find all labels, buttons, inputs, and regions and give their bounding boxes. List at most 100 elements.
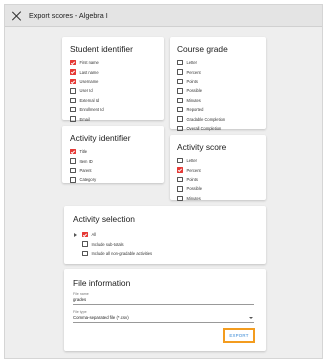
activity-score-option-letter[interactable]: Letter: [177, 156, 259, 165]
letter-checkbox[interactable]: [177, 157, 183, 164]
activity-identifier-option-item-id[interactable]: Item ID: [70, 156, 156, 165]
activity-score-option-percent[interactable]: Percent: [177, 165, 259, 174]
course-grade-option-points[interactable]: Points: [177, 77, 259, 86]
activity-all-row[interactable]: All: [71, 230, 257, 239]
points-checkbox[interactable]: [177, 176, 183, 183]
percent-label: Percent: [186, 167, 201, 173]
file-type-value: Comma-separated file (*.csv): [73, 315, 129, 320]
course-grade-heading: Course grade: [177, 44, 228, 54]
title-checkbox[interactable]: [70, 148, 76, 155]
reported-label: Reported: [186, 107, 204, 113]
course-grade-card: Course grade Letter Percent Points Possible…: [170, 37, 266, 132]
activity-score-option-minutes[interactable]: Minutes: [177, 194, 259, 203]
possible-label: Possible: [186, 88, 202, 94]
export-scores-dialog: Export scores - Algebra I Student identi…: [4, 4, 323, 359]
all-activities-checkbox[interactable]: [82, 231, 88, 238]
activity-identifier-option-category[interactable]: Category: [70, 175, 156, 184]
category-checkbox[interactable]: [70, 177, 76, 183]
user-id-checkbox[interactable]: [70, 88, 76, 94]
minutes-checkbox[interactable]: [177, 195, 183, 201]
close-icon[interactable]: [12, 11, 22, 21]
file-information-heading: File information: [73, 278, 131, 288]
activity-selection-card: Activity selection All Include sub-total…: [64, 206, 266, 264]
points-checkbox[interactable]: [177, 78, 183, 85]
chevron-right-icon[interactable]: [71, 231, 79, 239]
parent-label: Parent: [79, 167, 92, 173]
student-identifier-option-username[interactable]: Username: [70, 77, 156, 86]
username-checkbox[interactable]: [70, 78, 76, 85]
student-identifier-option-email[interactable]: Email: [70, 114, 156, 123]
include-all-non-gradable-activities-checkbox[interactable]: [82, 250, 88, 257]
course-grade-option-possible[interactable]: Possible: [177, 86, 259, 95]
activity-selection-options: Include sub-totals Include all non-gradab…: [73, 239, 257, 258]
points-label: Points: [186, 176, 198, 182]
activity-identifier-option-title[interactable]: Title: [70, 147, 156, 156]
last-name-checkbox[interactable]: [70, 69, 76, 75]
activity-selection-heading: Activity selection: [73, 214, 135, 224]
external-id-checkbox[interactable]: [70, 97, 76, 103]
possible-checkbox[interactable]: [177, 186, 183, 192]
item-id-checkbox[interactable]: [70, 158, 76, 164]
file-name-input[interactable]: grades: [73, 296, 254, 305]
first-name-checkbox[interactable]: [70, 59, 76, 66]
student-identifier-option-enrollment-id[interactable]: Enrollment Id: [70, 105, 156, 114]
file-name-field[interactable]: File name grades: [73, 292, 254, 305]
file-information-card: File information File name grades File t…: [64, 269, 266, 351]
course-grade-option-gradable-completion[interactable]: Gradable Completion: [177, 114, 259, 123]
activity-score-option-possible[interactable]: Possible: [177, 184, 259, 193]
parent-checkbox[interactable]: [70, 167, 76, 174]
course-grade-option-minutes[interactable]: Minutes: [177, 96, 259, 105]
minutes-checkbox[interactable]: [177, 97, 183, 103]
course-grade-option-letter[interactable]: Letter: [177, 58, 259, 67]
item-id-label: Item ID: [79, 158, 93, 164]
gradable-completion-label: Gradable Completion: [186, 116, 226, 122]
email-checkbox[interactable]: [70, 116, 76, 122]
external-id-label: External Id: [79, 97, 100, 103]
gradable-completion-checkbox[interactable]: [177, 116, 183, 122]
percent-checkbox[interactable]: [177, 167, 183, 173]
letter-checkbox[interactable]: [177, 59, 183, 66]
last-name-label: Last name: [79, 69, 99, 75]
student-identifier-option-first-name[interactable]: First name: [70, 58, 156, 67]
activity-identifier-options: Title Item ID Parent Category: [70, 147, 156, 185]
course-grade-option-overall-completion[interactable]: Overall Completion: [177, 124, 259, 133]
letter-label: Letter: [186, 158, 197, 164]
reported-checkbox[interactable]: [177, 106, 183, 113]
include-sub-totals-label: Include sub-totals: [91, 241, 124, 247]
enrollment-id-checkbox[interactable]: [70, 106, 76, 113]
student-identifier-options: First name Last name Username User Id Extern…: [70, 58, 156, 124]
file-type-select[interactable]: Comma-separated file (*.csv): [73, 314, 254, 323]
student-identifier-option-last-name[interactable]: Last name: [70, 67, 156, 76]
username-label: Username: [79, 78, 99, 84]
enrollment-id-label: Enrollment Id: [79, 107, 104, 113]
overall-completion-checkbox[interactable]: [177, 125, 183, 132]
minutes-label: Minutes: [186, 195, 201, 201]
letter-label: Letter: [186, 60, 197, 66]
minutes-label: Minutes: [186, 97, 201, 103]
percent-checkbox[interactable]: [177, 69, 183, 75]
file-type-field[interactable]: File type Comma-separated file (*.csv): [73, 310, 254, 323]
course-grade-options: Letter Percent Points Possible Minutes Report…: [177, 58, 259, 133]
file-name-value: grades: [73, 297, 87, 302]
course-grade-option-percent[interactable]: Percent: [177, 67, 259, 76]
possible-checkbox[interactable]: [177, 88, 183, 94]
category-label: Category: [79, 177, 97, 183]
first-name-label: First name: [79, 60, 99, 66]
activity-score-card: Activity score Letter Percent Points Possib…: [170, 135, 266, 203]
export-button[interactable]: EXPORT: [223, 328, 255, 343]
student-identifier-option-external-id[interactable]: External Id: [70, 96, 156, 105]
activity-selection-option-include-sub-totals[interactable]: Include sub-totals: [82, 239, 257, 248]
student-identifier-option-user-id[interactable]: User Id: [70, 86, 156, 95]
activity-identifier-option-parent[interactable]: Parent: [70, 166, 156, 175]
student-identifier-heading: Student identifier: [70, 44, 133, 54]
activity-score-option-points[interactable]: Points: [177, 175, 259, 184]
include-sub-totals-checkbox[interactable]: [82, 241, 88, 247]
course-grade-option-reported[interactable]: Reported: [177, 105, 259, 114]
email-label: Email: [79, 116, 90, 122]
all-activities-label: All: [91, 232, 97, 238]
student-identifier-card: Student identifier First name Last name Us…: [62, 37, 164, 122]
activity-identifier-card: Activity identifier Title Item ID Parent Ca…: [62, 126, 164, 183]
dropdown-arrow-icon[interactable]: [249, 316, 253, 319]
activity-selection-option-include-all-non-gradable-activities[interactable]: Include all non-gradable activities: [82, 249, 257, 258]
activity-identifier-heading: Activity identifier: [70, 133, 131, 143]
